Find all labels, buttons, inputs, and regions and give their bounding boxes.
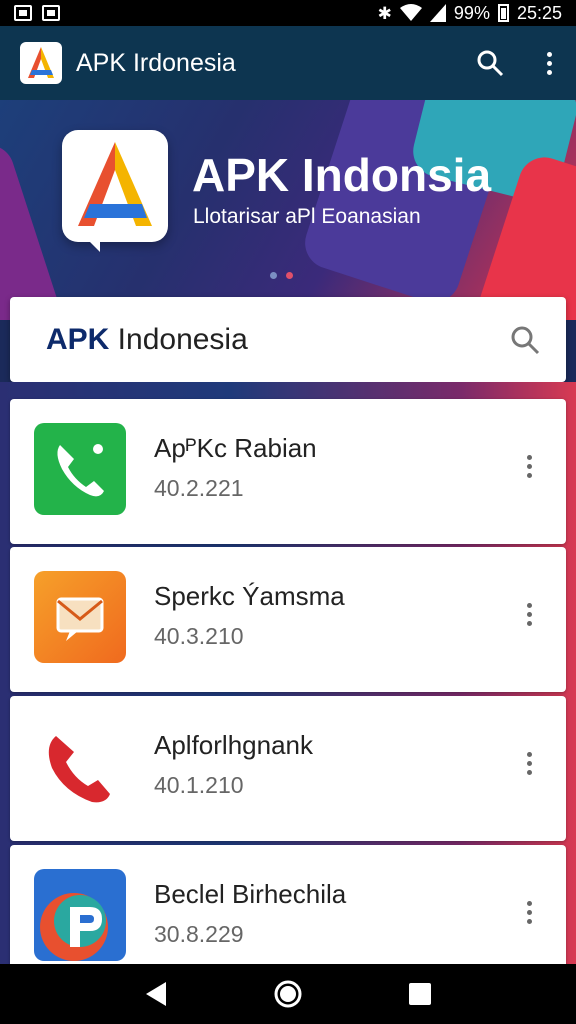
app-name: ApᴾKc Rabian xyxy=(154,433,317,463)
more-options-icon[interactable] xyxy=(522,603,536,626)
notification-icon xyxy=(14,5,32,21)
system-nav-bar xyxy=(0,964,576,1024)
p-badge-icon xyxy=(34,869,126,961)
search-bar[interactable]: APK Indonesia xyxy=(10,297,566,382)
search-icon[interactable] xyxy=(510,325,540,355)
carousel-indicator[interactable] xyxy=(270,272,293,279)
hero-banner: APK Indonsia Llotarisar aPl Eoanasian xyxy=(0,100,576,320)
battery-percent: 99% xyxy=(453,2,490,23)
hero-subtitle: Llotarisar aPl Eoanasian xyxy=(193,205,421,228)
bluetooth-icon: ✱ xyxy=(377,3,392,23)
app-version: 40.2.221 xyxy=(154,475,244,501)
hero-title: APK Indonsia xyxy=(192,149,492,201)
search-icon[interactable] xyxy=(476,49,504,77)
app-name: Sperkc Ýamsma xyxy=(154,581,345,611)
battery-icon xyxy=(497,4,509,22)
list-item[interactable]: Sperkc Ýamsma 40.3.210 xyxy=(10,547,566,692)
carousel-dot[interactable] xyxy=(270,272,277,279)
list-item[interactable]: ApᴾKc Rabian 40.2.221 xyxy=(10,399,566,544)
signal-icon xyxy=(429,4,446,22)
recents-icon[interactable] xyxy=(405,979,435,1009)
apk-logo-icon xyxy=(78,142,152,226)
app-version: 40.1.210 xyxy=(154,772,244,798)
image-notification-icon xyxy=(42,5,60,21)
phone-red-icon xyxy=(34,720,126,812)
app-bar: APK Irdonesia xyxy=(0,26,576,100)
app-name: Aplforlhgnank xyxy=(154,730,313,760)
more-options-icon[interactable] xyxy=(522,752,536,775)
search-input[interactable]: APK Indonesia xyxy=(46,323,248,357)
app-version: 30.8.229 xyxy=(154,921,244,947)
app-version: 40.3.210 xyxy=(154,623,244,649)
app-name: Beclel Birhechila xyxy=(154,879,347,909)
carousel-dot-active[interactable] xyxy=(286,272,293,279)
apk-logo-icon xyxy=(20,42,62,84)
clock: 25:25 xyxy=(516,2,562,23)
status-bar: ✱ 99% 25:25 xyxy=(0,0,576,26)
wifi-icon xyxy=(399,4,422,21)
phone-green-icon xyxy=(34,423,126,515)
home-icon[interactable] xyxy=(273,979,303,1009)
more-options-icon[interactable] xyxy=(522,455,536,478)
back-icon[interactable] xyxy=(141,979,171,1009)
more-options-icon[interactable] xyxy=(522,901,536,924)
app-title: APK Irdonesia xyxy=(76,48,236,77)
list-item[interactable]: Beclel Birhechila 30.8.229 xyxy=(10,845,566,975)
hero-logo xyxy=(62,130,168,242)
list-item[interactable]: Aplforlhgnank 40.1.210 xyxy=(10,696,566,841)
mail-orange-icon xyxy=(34,571,126,663)
overflow-menu-icon[interactable] xyxy=(542,51,556,75)
